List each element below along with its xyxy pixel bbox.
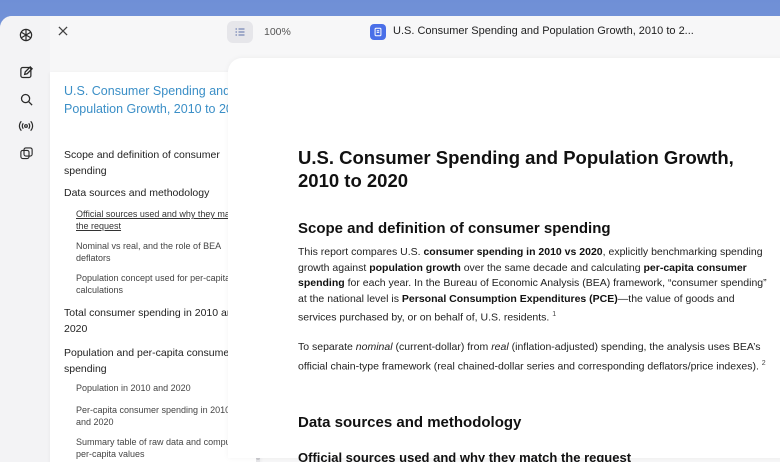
footnote-ref[interactable]: 2 bbox=[762, 360, 766, 367]
library-icon[interactable] bbox=[17, 144, 35, 162]
openai-logo-icon[interactable] bbox=[17, 26, 35, 44]
outline-toggle-button[interactable] bbox=[227, 21, 253, 43]
document-page: U.S. Consumer Spending and Population Gr… bbox=[228, 58, 780, 462]
outline-item[interactable]: Population concept used for per-capita c… bbox=[76, 272, 246, 296]
new-chat-icon[interactable] bbox=[17, 63, 35, 81]
text-run: over the same decade and calculating bbox=[460, 261, 644, 274]
document-title: U.S. Consumer Spending and Population Gr… bbox=[393, 25, 694, 37]
bold-run: population growth bbox=[369, 261, 461, 274]
outline-item[interactable]: Population and per-capita consumer spend… bbox=[64, 346, 249, 377]
footnote-ref[interactable]: 1 bbox=[552, 311, 556, 318]
outline-item[interactable]: Nominal vs real, and the role of BEA def… bbox=[76, 240, 246, 264]
outline-item[interactable]: Total consumer spending in 2010 and 2020 bbox=[64, 306, 249, 337]
document-heading: U.S. Consumer Spending and Population Gr… bbox=[298, 147, 734, 191]
paragraph-scope: This report compares U.S. consumer spend… bbox=[298, 245, 768, 326]
section-heading: Data sources and methodology bbox=[298, 414, 522, 431]
text-run: To separate bbox=[298, 341, 356, 353]
document-icon bbox=[370, 24, 386, 40]
close-icon[interactable] bbox=[56, 24, 72, 40]
list-icon bbox=[235, 28, 245, 36]
outline-title[interactable]: U.S. Consumer Spending and Population Gr… bbox=[64, 82, 249, 118]
text-run: This report compares U.S. bbox=[298, 246, 424, 258]
outline-item[interactable]: Per-capita consumer spending in 2010 and… bbox=[76, 404, 246, 428]
bold-run: consumer spending in 2010 vs 2020 bbox=[423, 246, 603, 258]
paragraph-nominal-real: To separate nominal (current-dollar) fro… bbox=[298, 340, 768, 375]
outline-item[interactable]: Data sources and methodology bbox=[64, 186, 249, 202]
section-heading: Scope and definition of consumer spendin… bbox=[298, 220, 611, 237]
outline-item[interactable]: Population in 2010 and 2020 bbox=[76, 382, 246, 394]
text-run: (current-dollar) from bbox=[392, 341, 492, 353]
left-rail bbox=[0, 16, 50, 462]
search-icon[interactable] bbox=[17, 90, 35, 108]
subsection-heading: Official sources used and why they match… bbox=[298, 450, 632, 462]
outline-item[interactable]: Summary table of raw data and computed p… bbox=[76, 436, 246, 460]
italic-run: nominal bbox=[355, 341, 393, 353]
bold-run: Personal Consumption Expenditures (PCE) bbox=[401, 292, 618, 305]
outline-item-active[interactable]: Official sources used and why they match… bbox=[76, 208, 246, 232]
italic-run: real bbox=[491, 341, 509, 353]
broadcast-icon[interactable] bbox=[17, 117, 35, 135]
top-bar: 100% U.S. Consumer Spending and Populati… bbox=[50, 16, 780, 50]
outline-item[interactable]: Scope and definition of consumer spendin… bbox=[64, 148, 249, 179]
zoom-level[interactable]: 100% bbox=[264, 26, 291, 38]
